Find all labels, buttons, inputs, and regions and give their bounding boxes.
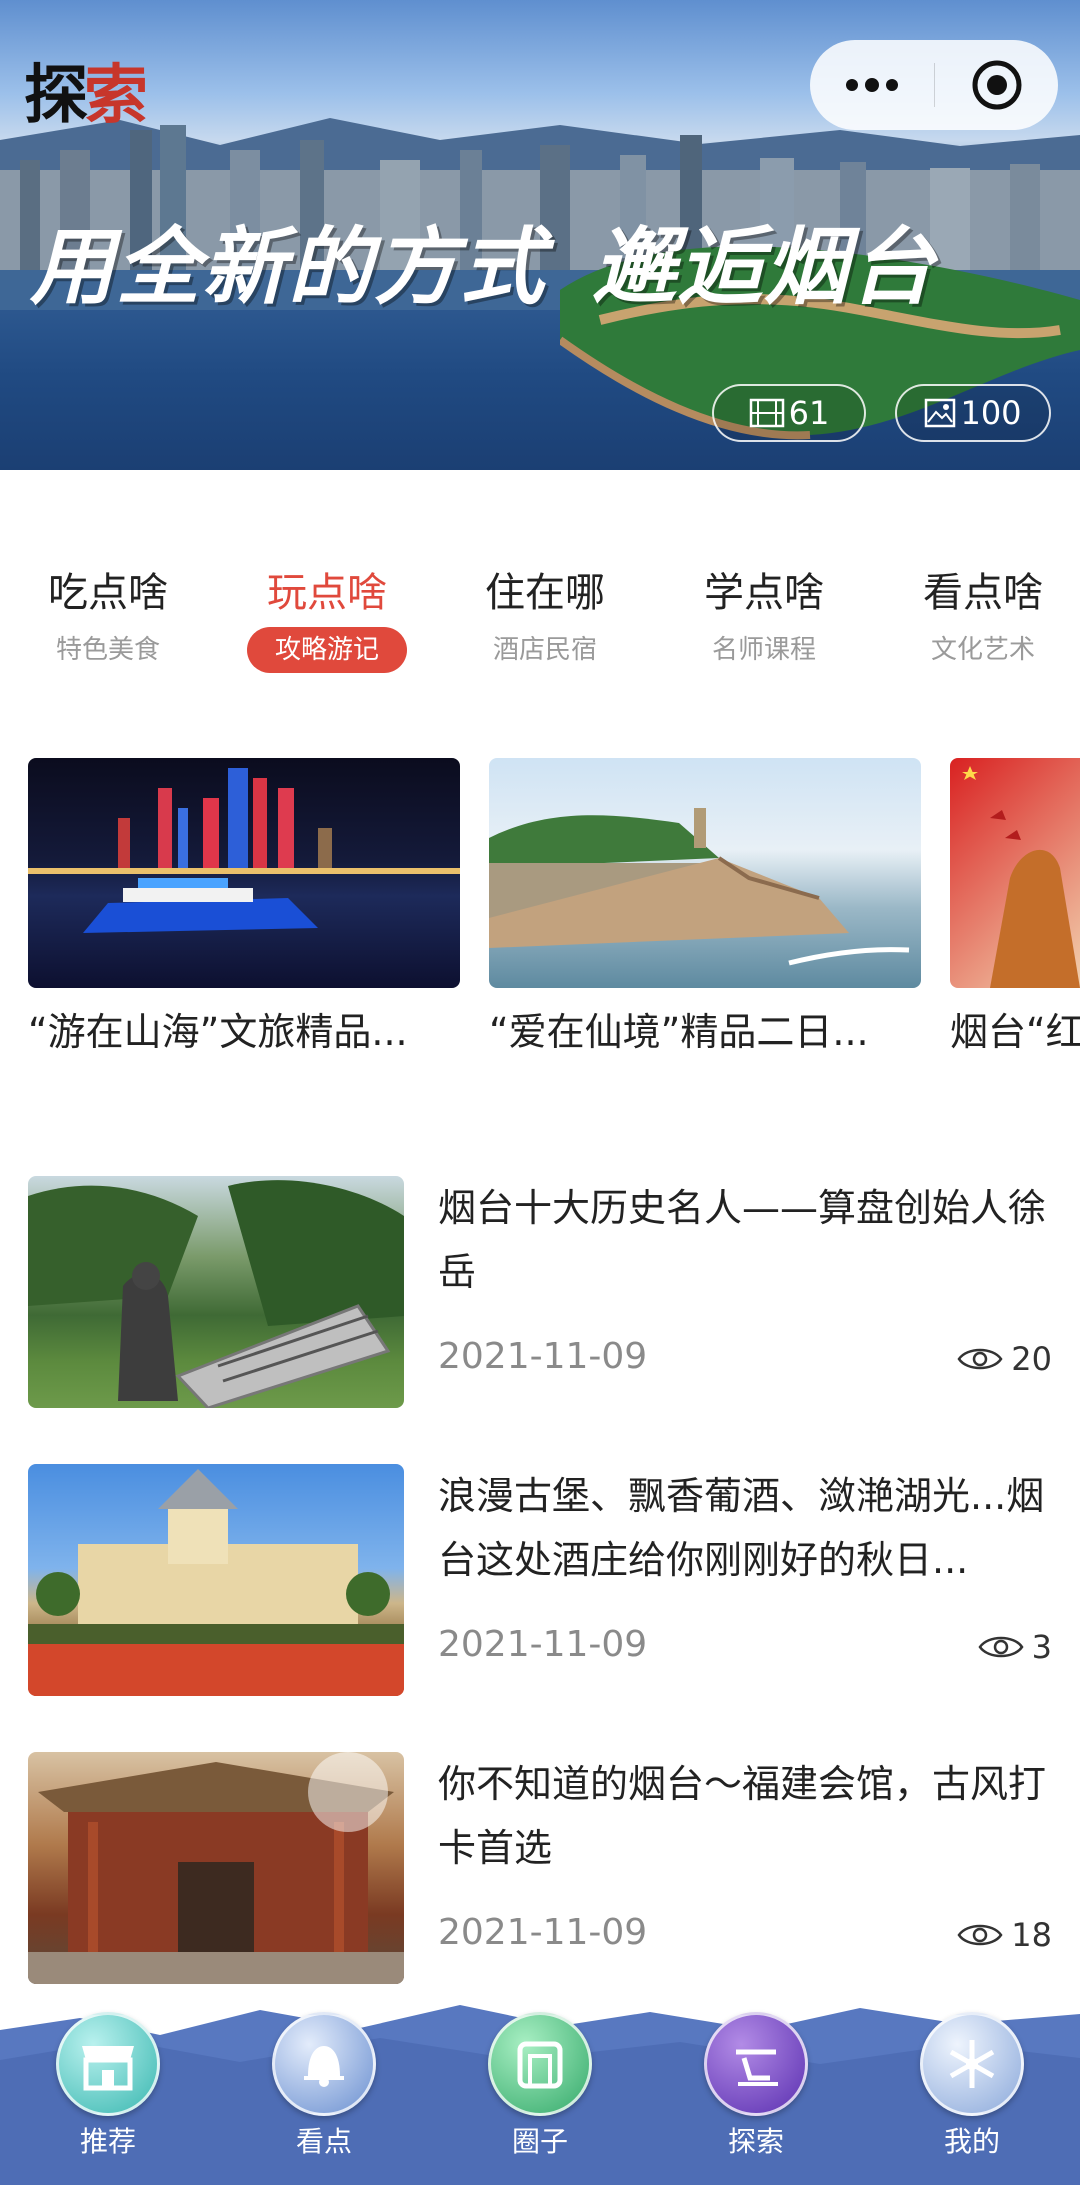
article-date: 2021-11-09 [438, 1336, 648, 1377]
hero-slogan: 用全新的方式 邂逅烟台 [30, 200, 936, 321]
category-title: 玩点啥 [267, 570, 387, 616]
film-icon [749, 398, 784, 428]
tab-watch[interactable]: 看点 [264, 2012, 384, 2160]
article-item[interactable]: 烟台十大历史名人——算盘创始人徐岳 2021-11-09 20 [28, 1176, 1052, 1408]
category-subtitle-active: 攻略游记 [247, 627, 407, 673]
eye-icon [978, 1636, 1024, 1658]
chateau-thumbnail [28, 1464, 404, 1696]
category-subtitle: 酒店民宿 [492, 635, 597, 665]
video-count-pill[interactable]: 61 [712, 384, 866, 442]
red-memorial-image [950, 758, 1080, 988]
gate-icon [488, 2012, 592, 2116]
view-count: 3 [1031, 1628, 1052, 1666]
category-title: 看点啥 [923, 570, 1043, 616]
bottom-tab-bar: 推荐 看点 圈子 探索 我的 [0, 2000, 1080, 2185]
slogan-left: 用全新的方式 [30, 218, 547, 316]
tab-recommend[interactable]: 推荐 [48, 2012, 168, 2160]
view-count: 20 [1011, 1340, 1052, 1378]
category-subtitle: 特色美食 [55, 635, 160, 665]
hero-banner[interactable]: 探索 用全新的方式 邂逅烟台 61 100 [0, 0, 1080, 470]
article-item[interactable]: 你不知道的烟台～福建会馆，古风打卡首选 2021-11-09 18 [28, 1752, 1052, 1984]
statue-abacus-thumbnail [28, 1176, 404, 1408]
tab-mine[interactable]: 我的 [912, 2012, 1032, 2160]
tab-label: 推荐 [79, 2125, 136, 2158]
article-views: 18 [957, 1916, 1052, 1954]
article-item[interactable]: 浪漫古堡、飘香葡酒、潋滟湖光...烟台这处酒庄给你刚刚好的秋日... 2021-… [28, 1464, 1052, 1696]
fortress-cliff-image [489, 758, 921, 988]
carousel-caption: “游在山海”文旅精品... [28, 1010, 408, 1054]
brand-logo: 探索 [24, 59, 148, 133]
category-title: 学点啥 [704, 570, 824, 616]
view-count: 18 [1011, 1916, 1052, 1954]
featured-carousel[interactable]: “游在山海”文旅精品... “爱在仙境”精品二日... 烟台“红 [0, 758, 1080, 1058]
article-date: 2021-11-09 [438, 1624, 648, 1665]
carousel-card[interactable]: 烟台“红 [950, 758, 1080, 1058]
category-stay[interactable]: 住在哪 酒店民宿 [445, 565, 645, 673]
tab-label: 探索 [727, 2125, 784, 2158]
carousel-caption: “爱在仙境”精品二日... [489, 1010, 869, 1054]
category-subtitle: 文化艺术 [930, 635, 1035, 665]
eye-icon [957, 1924, 1003, 1946]
bell-icon [272, 2012, 376, 2116]
category-tabs: 吃点啥 特色美食 玩点啥 攻略游记 住在哪 酒店民宿 学点啥 名师课程 看点啥 … [0, 565, 1080, 685]
carousel-card[interactable]: “游在山海”文旅精品... [28, 758, 460, 1058]
explore-icon [704, 2012, 808, 2116]
category-culture[interactable]: 看点啥 文化艺术 [883, 565, 1080, 673]
photo-count-pill[interactable]: 100 [895, 384, 1051, 442]
photo-count: 100 [960, 394, 1022, 432]
picture-icon [925, 398, 956, 428]
article-views: 20 [957, 1340, 1052, 1378]
article-views: 3 [978, 1628, 1052, 1666]
category-food[interactable]: 吃点啥 特色美食 [8, 565, 208, 673]
more-button[interactable] [810, 40, 934, 130]
category-title: 吃点啥 [48, 570, 168, 616]
store-icon [56, 2012, 160, 2116]
guild-hall-thumbnail [28, 1752, 404, 1984]
tab-label: 看点 [295, 2125, 352, 2158]
snowflake-icon [920, 2012, 1024, 2116]
tab-label: 我的 [943, 2125, 1000, 2158]
tab-explore[interactable]: 探索 [696, 2012, 816, 2160]
eye-icon [957, 1348, 1003, 1370]
category-subtitle: 名师课程 [711, 635, 816, 665]
carousel-card[interactable]: “爱在仙境”精品二日... [489, 758, 921, 1058]
slogan-right: 邂逅烟台 [592, 218, 937, 316]
article-title: 烟台十大历史名人——算盘创始人徐岳 [438, 1186, 1047, 1294]
video-count: 61 [788, 394, 830, 432]
night-cruise-image [28, 758, 460, 988]
category-learn[interactable]: 学点啥 名师课程 [664, 565, 864, 673]
close-button[interactable] [935, 40, 1058, 130]
category-play[interactable]: 玩点啥 攻略游记 [227, 565, 427, 673]
category-title: 住在哪 [485, 570, 605, 616]
tab-circle[interactable]: 圈子 [480, 2012, 600, 2160]
target-close-icon [972, 60, 1021, 110]
carousel-caption: 烟台“红 [950, 1010, 1080, 1054]
more-dots-icon [846, 78, 898, 92]
tab-label: 圈子 [511, 2125, 568, 2158]
mini-program-capsule [810, 40, 1058, 130]
article-title: 浪漫古堡、飘香葡酒、潋滟湖光...烟台这处酒庄给你刚刚好的秋日... [438, 1474, 1045, 1582]
article-title: 你不知道的烟台～福建会馆，古风打卡首选 [438, 1762, 1047, 1870]
article-date: 2021-11-09 [438, 1912, 648, 1953]
